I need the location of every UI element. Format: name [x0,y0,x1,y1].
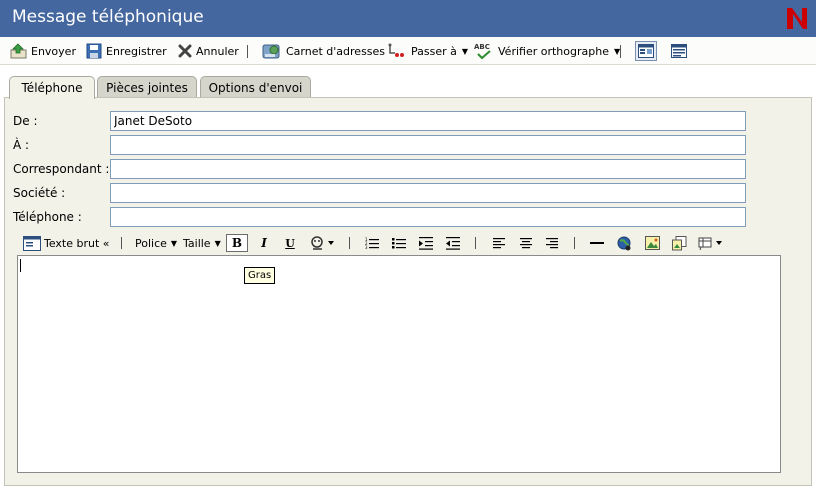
to-label: À : [13,138,30,152]
caller-field[interactable] [110,159,746,179]
goto-button[interactable]: Passer à ▼ [387,37,468,65]
insert-image-button[interactable] [643,234,661,252]
bullet-list-icon [392,237,406,248]
toolbar-separator [620,45,621,58]
spell-check-label: Vérifier orthographe [498,44,609,58]
format-separator [574,237,575,249]
insert-object-icon [671,235,686,250]
phone-field[interactable] [110,207,746,227]
text-cursor [20,259,21,272]
from-field[interactable] [110,111,746,131]
spell-check-button[interactable]: ABC Vérifier orthographe ▼ [474,37,620,65]
send-button[interactable]: Envoyer [10,37,76,65]
svg-text:ABC: ABC [474,43,490,51]
font-dropdown[interactable]: Police ▼ [135,232,177,254]
view-html-button[interactable] [635,41,657,61]
table-insert-icon [698,237,722,250]
align-center-button[interactable] [517,234,535,252]
company-field[interactable] [110,183,746,203]
text-color-icon [311,236,334,250]
format-separator [349,237,350,249]
bold-button[interactable]: B [226,234,248,252]
tab-telephone[interactable]: Téléphone [9,76,95,99]
chevron-down-icon: ▼ [214,238,221,248]
text-color-button[interactable] [308,234,338,252]
bullet-list-button[interactable] [390,234,408,252]
goto-label: Passer à [411,44,457,58]
cancel-button[interactable]: Annuler [178,37,239,65]
chevron-down-icon: ▼ [170,238,178,248]
format-separator [121,237,122,249]
svg-text:3: 3 [365,245,368,250]
insert-symbol-button[interactable] [670,234,688,252]
align-right-icon [546,237,558,248]
layout-view-icon [638,44,654,58]
align-left-button[interactable] [490,234,508,252]
title-bar: Message téléphonique [0,0,816,37]
cancel-label: Annuler [196,44,239,58]
goto-icon [388,43,404,57]
tab-strip: Téléphone Pièces jointes Options d'envoi [0,65,816,99]
phone-label: Téléphone : [13,210,82,224]
insert-link-button[interactable] [615,234,633,252]
outdent-button[interactable] [444,234,462,252]
cancel-icon [178,44,192,58]
underline-icon: U [285,236,295,250]
address-book-icon [262,44,280,59]
save-button[interactable]: Enregistrer [86,37,167,65]
outdent-icon [446,236,460,250]
message-body-editor[interactable] [17,255,781,473]
bold-icon: B [231,236,243,250]
globe-link-icon [617,236,630,250]
size-label: Taille [183,236,211,250]
plain-text-button[interactable]: Texte brut « [23,232,110,254]
horizontal-rule-icon [590,242,604,244]
font-label: Police [135,236,167,250]
address-book-button[interactable]: Carnet d'adresses [262,37,385,65]
formatting-toolbar: Texte brut « Police ▼ Taille ▼ B I U 123 [18,232,788,254]
size-dropdown[interactable]: Taille ▼ [183,232,221,254]
align-right-button[interactable] [543,234,561,252]
spell-check-icon: ABC [474,43,491,60]
align-left-icon [493,237,505,248]
more-insert-button[interactable] [696,234,726,252]
indent-icon [419,236,433,250]
layout-view-icon [671,44,687,58]
underline-button[interactable]: U [281,234,299,252]
caller-label: Correspondant : [13,162,110,176]
tab-attachments[interactable]: Pièces jointes [97,76,197,98]
send-label: Envoyer [31,44,76,58]
bold-tooltip: Gras [244,267,276,284]
from-label: De : [13,114,38,128]
save-label: Enregistrer [106,44,167,58]
numbered-list-button[interactable]: 123 [363,234,381,252]
horizontal-rule-button[interactable] [588,234,606,252]
format-separator [475,237,476,249]
chevron-down-icon: ▼ [461,46,469,56]
novell-logo-icon [787,8,807,29]
numbered-list-icon: 123 [365,237,379,250]
save-icon [86,43,102,59]
plain-text-icon [23,235,41,251]
main-toolbar: Envoyer Enregistrer Annuler Carnet d'adr… [0,37,816,65]
company-label: Société : [13,186,66,200]
to-field[interactable] [110,135,746,155]
plain-text-label: Texte brut « [44,236,110,250]
tab-send-options[interactable]: Options d'envoi [200,76,311,98]
address-book-label: Carnet d'adresses [286,44,386,58]
italic-button[interactable]: I [255,234,273,252]
toolbar-separator [247,45,248,58]
send-icon [10,43,27,59]
italic-icon: I [261,236,267,250]
align-center-icon [520,237,532,248]
image-icon [644,236,660,250]
indent-button[interactable] [417,234,435,252]
view-text-button[interactable] [668,41,690,61]
window-title: Message téléphonique [12,7,204,27]
